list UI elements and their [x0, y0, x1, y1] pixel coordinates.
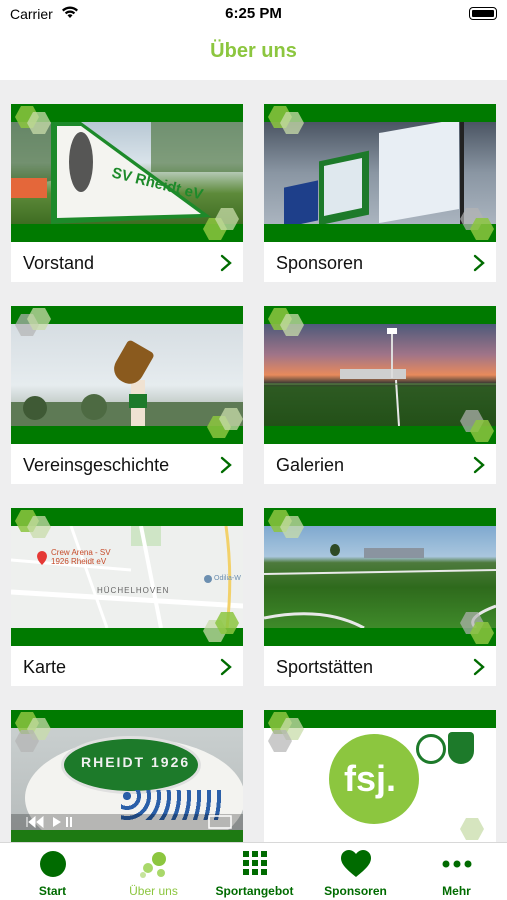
card-cake[interactable]: RHEIDT 1926: [11, 710, 243, 842]
screen-icon: [208, 815, 232, 829]
card-sponsoren[interactable]: Sponsoren: [264, 104, 496, 282]
tab-bar: Start Über uns Sportangebot Sponsoren Me…: [0, 842, 507, 900]
tab-label: Start: [38, 884, 67, 898]
card-grid: SV Rheidt eV Vorstand Sponsoren Vereinsg…: [0, 80, 507, 842]
turf-photo: [264, 526, 496, 628]
cake-text: RHEIDT 1926: [81, 754, 191, 770]
grid-icon: [242, 851, 267, 875]
tab-sponsoren[interactable]: Sponsoren: [305, 843, 406, 900]
chevron-right-icon: [473, 456, 485, 474]
page-title: Über uns: [210, 40, 297, 62]
card-image: Crew Arena - SV 1926 Rheidt eV HÜCHELHOV…: [11, 508, 243, 646]
flags-photo: [264, 122, 496, 224]
map-place-label: HÜCHELHOVEN: [97, 586, 170, 595]
card-image: SV Rheidt eV: [11, 104, 243, 242]
heart-icon: [340, 850, 371, 877]
video-controls: [26, 816, 72, 828]
card-label: Karte: [23, 657, 67, 677]
circle-icon: [39, 851, 66, 877]
tab-ueber-uns[interactable]: Über uns: [103, 843, 204, 900]
card-fsj[interactable]: fsj.: [264, 710, 496, 842]
tab-label: Mehr: [442, 884, 471, 898]
fsj-logo-text: fsj.: [344, 758, 397, 799]
status-time: 6:25 PM: [225, 5, 282, 22]
map-pin-label: Crew Arena - SV 1926 Rheidt eV: [51, 548, 111, 566]
card-image: RHEIDT 1926: [11, 710, 243, 842]
card-sportstaetten[interactable]: Sportstätten: [264, 508, 496, 686]
card-image: [264, 104, 496, 242]
flag-photo: SV Rheidt eV: [11, 122, 243, 224]
card-image: [11, 306, 243, 444]
map-view: Crew Arena - SV 1926 Rheidt eV HÜCHELHOV…: [11, 526, 243, 628]
card-image: [264, 508, 496, 646]
map-pin2-label: Odilia-W: [214, 575, 241, 582]
status-bar: Carrier 6:25 PM: [0, 0, 507, 28]
fsj-logo: fsj.: [264, 728, 496, 830]
card-label: Sponsoren: [276, 253, 364, 273]
tab-label: Sponsoren: [324, 884, 387, 898]
crest-icon: [416, 734, 446, 764]
cake-photo: RHEIDT 1926: [11, 728, 243, 830]
card-vereinsgeschichte[interactable]: Vereinsgeschichte: [11, 306, 243, 484]
chevron-right-icon: [220, 456, 232, 474]
tab-sportangebot[interactable]: Sportangebot: [204, 843, 305, 900]
chevron-right-icon: [473, 658, 485, 676]
card-image: fsj.: [264, 710, 496, 842]
nav-bar: Über uns: [0, 28, 507, 78]
tab-label: Sportangebot: [215, 884, 294, 898]
battery-icon: [469, 7, 497, 20]
trophy-photo: [11, 324, 243, 426]
card-label: Vereinsgeschichte: [23, 455, 170, 475]
club-crest-icon: [448, 732, 474, 764]
card-karte[interactable]: Crew Arena - SV 1926 Rheidt eV HÜCHELHOV…: [11, 508, 243, 686]
card-label: Sportstätten: [276, 657, 374, 677]
card-vorstand[interactable]: SV Rheidt eV Vorstand: [11, 104, 243, 282]
chevron-right-icon: [220, 658, 232, 676]
tab-mehr[interactable]: Mehr: [406, 843, 507, 900]
more-dots-icon: [442, 860, 471, 868]
card-label: Vorstand: [23, 253, 95, 273]
bubbles-icon: [139, 852, 166, 878]
card-label: Galerien: [276, 455, 345, 475]
chevron-right-icon: [220, 254, 232, 272]
stadium-sunset-photo: [264, 324, 496, 426]
chevron-right-icon: [473, 254, 485, 272]
tab-label: Über uns: [129, 884, 178, 898]
card-image: [264, 306, 496, 444]
tab-start[interactable]: Start: [2, 843, 103, 900]
card-galerien[interactable]: Galerien: [264, 306, 496, 484]
